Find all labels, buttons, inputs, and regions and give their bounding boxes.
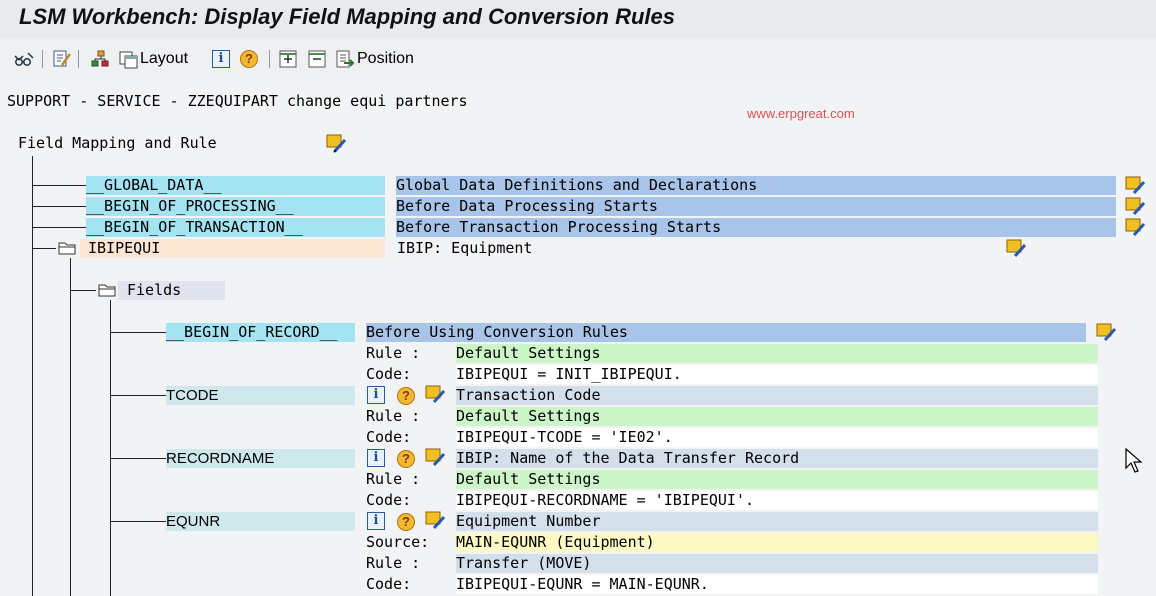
folder-open-icon[interactable] [98,282,116,298]
tree-line [110,395,166,396]
code-label: Code: [366,575,412,593]
info-button[interactable]: i [212,48,230,70]
tree-line [110,458,166,459]
edit-rule-icon[interactable] [425,511,447,531]
rule-label: Rule : [366,470,421,488]
edit-rule-icon[interactable] [425,385,447,405]
collapse-icon [308,50,326,68]
hierarchy-icon [91,50,109,67]
layout-button[interactable]: Layout [119,48,188,70]
layout-icon [119,51,138,69]
field-equnr[interactable]: EQUNR [166,512,355,531]
fields-folder[interactable]: Fields [118,281,225,300]
position-label: Position [357,50,414,67]
field-tcode[interactable]: TCODE [166,386,355,405]
code-value: IBIPEQUI = INIT_IBIPEQUI. [456,365,1098,384]
edit-button[interactable] [52,48,72,70]
node-begin-of-record[interactable]: __BEGIN_OF_RECORD__ [166,323,355,342]
begin-of-record-desc: Before Using Conversion Rules [366,323,1086,342]
help-icon[interactable]: ? [397,513,415,531]
tree-line [32,156,33,596]
node-global-data[interactable]: __GLOBAL_DATA__ [86,176,385,195]
node-begin-of-transaction-desc: Before Transaction Processing Starts [396,218,1116,237]
layout-label: Layout [140,50,189,67]
collapse-button[interactable] [307,48,327,70]
info-icon[interactable]: i [367,386,385,404]
rule-label: Rule : [366,554,421,572]
help-icon: ? [240,50,258,68]
edit-rule-icon[interactable] [1006,239,1028,259]
tree-line [70,258,71,596]
edit-rule-icon[interactable] [1125,218,1147,238]
application-toolbar: Layout i ? Position [0,38,1156,80]
tree-line [32,185,86,186]
rule-label: Rule : [366,344,421,362]
node-begin-of-processing[interactable]: __BEGIN_OF_PROCESSING__ [86,197,385,216]
edit-rule-icon[interactable] [326,134,348,154]
rule-value: Transfer (MOVE) [456,554,1098,573]
edit-rule-icon[interactable] [425,448,447,468]
rule-value: Default Settings [456,470,1098,489]
toolbar-separator [42,50,43,68]
node-begin-of-processing-desc: Before Data Processing Starts [396,197,1116,216]
tree-line [110,300,111,596]
info-icon[interactable]: i [367,449,385,467]
position-button[interactable]: Position [335,48,414,70]
code-value: IBIPEQUI-RECORDNAME = 'IBIPEQUI'. [456,491,1098,510]
tree-line [32,227,86,228]
display-change-button[interactable] [13,48,35,70]
source-label: Source: [366,533,430,551]
code-value: IBIPEQUI-TCODE = 'IE02'. [456,428,1098,447]
field-desc: Transaction Code [456,386,1098,405]
edit-icon [53,50,72,67]
expand-icon [279,50,297,68]
tree-line [70,290,96,291]
position-icon [336,50,355,68]
toolbar-separator [78,50,79,68]
rule-value: Default Settings [456,344,1098,363]
tree-root-label: Field Mapping and Rule [18,134,217,152]
code-label: Code: [366,491,412,509]
tree-line [110,332,166,333]
source-value: MAIN-EQUNR (Equipment) [456,533,1098,552]
field-recordname[interactable]: RECORDNAME [166,449,355,468]
info-icon: i [212,50,230,68]
help-button[interactable]: ? [240,48,258,70]
toolbar-separator [269,50,270,68]
structure-node[interactable]: IBIPEQUI [80,239,385,258]
structure-desc: IBIP: Equipment [397,239,533,257]
window-title: LSM Workbench: Display Field Mapping and… [19,4,676,29]
tree-line [32,248,56,249]
expand-button[interactable] [278,48,298,70]
folder-open-icon[interactable] [58,240,76,256]
project-line: SUPPORT - SERVICE - ZZEQUIPART change eq… [7,92,468,110]
help-icon[interactable]: ? [397,387,415,405]
glasses-icon [14,52,34,66]
help-icon[interactable]: ? [397,450,415,468]
code-value: IBIPEQUI-EQUNR = MAIN-EQUNR. [456,575,1098,594]
field-desc: IBIP: Name of the Data Transfer Record [456,449,1098,468]
watermark: www.erpgreat.com [747,106,855,121]
edit-rule-icon[interactable] [1096,323,1118,343]
info-icon[interactable]: i [367,512,385,530]
field-desc: Equipment Number [456,512,1098,531]
mouse-cursor-icon [1125,448,1143,473]
tree-line [32,206,86,207]
code-label: Code: [366,365,412,383]
code-label: Code: [366,428,412,446]
title-bar: LSM Workbench: Display Field Mapping and… [0,0,1156,38]
edit-rule-icon[interactable] [1125,176,1147,196]
rule-value: Default Settings [456,407,1098,426]
edit-rule-icon[interactable] [1125,197,1147,217]
tree-line [110,521,166,522]
node-begin-of-transaction[interactable]: __BEGIN_OF_TRANSACTION__ [86,218,385,237]
hierarchy-button[interactable] [90,48,110,70]
rule-label: Rule : [366,407,421,425]
node-global-data-desc: Global Data Definitions and Declarations [396,176,1116,195]
